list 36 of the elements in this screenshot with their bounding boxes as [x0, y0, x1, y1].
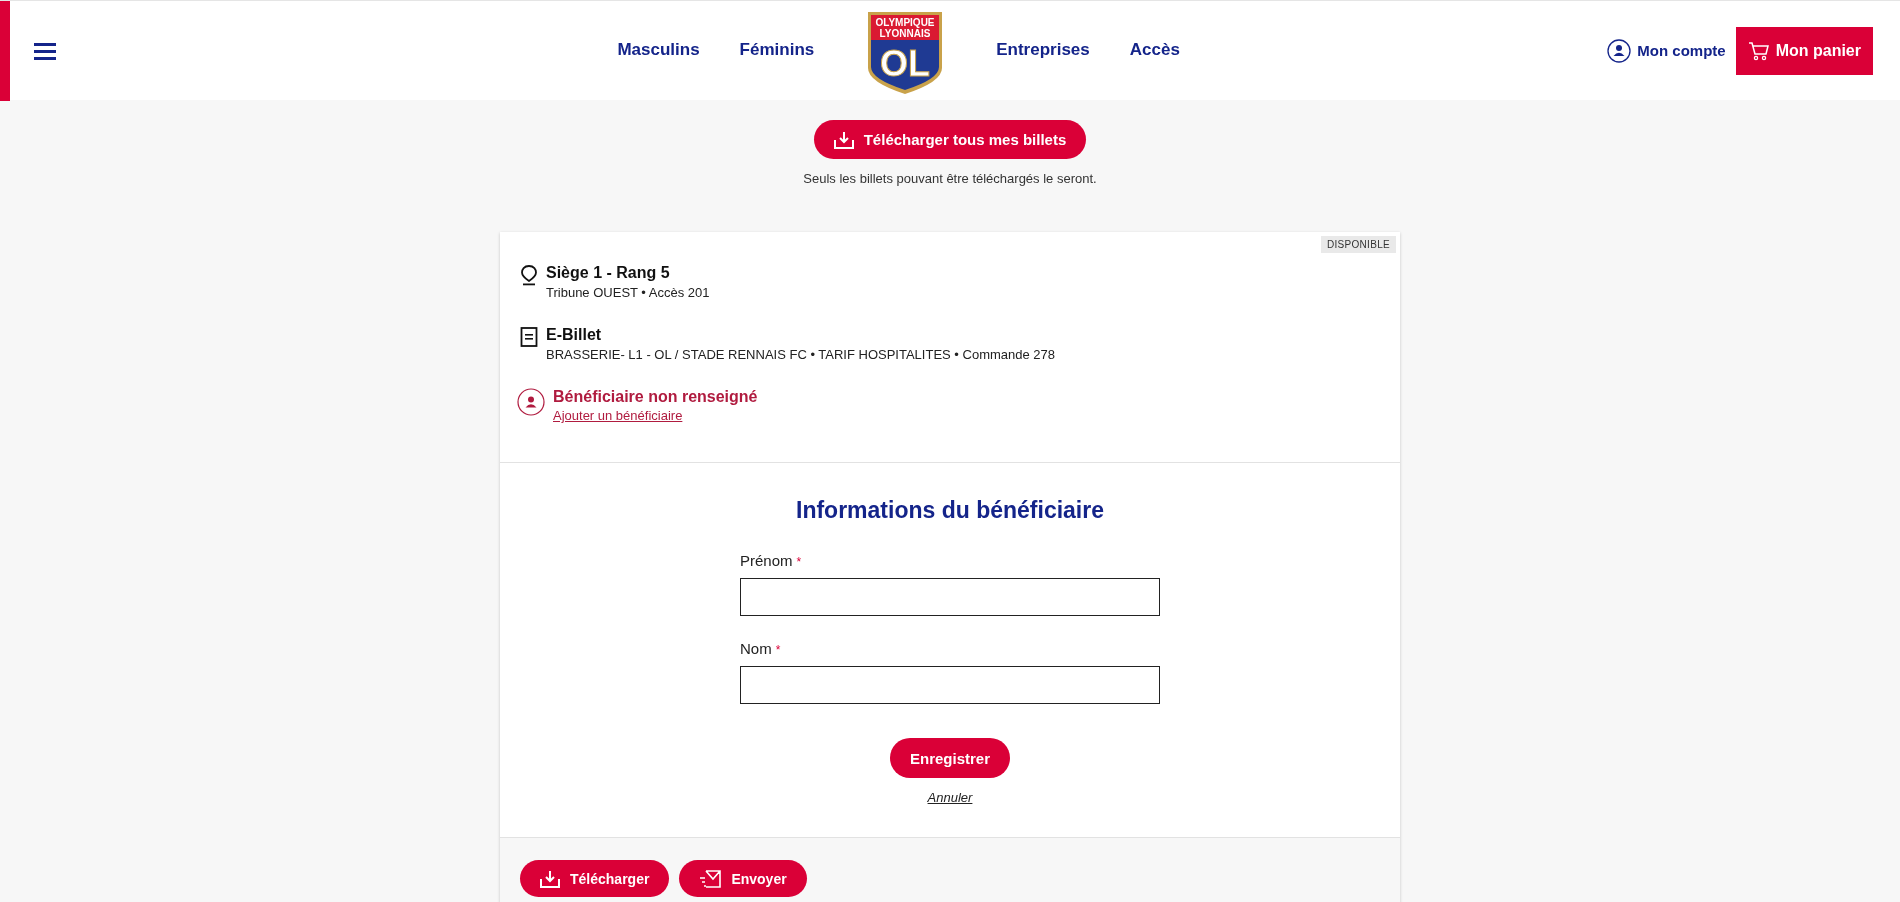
location-pin-icon — [520, 264, 538, 286]
required-mark: * — [796, 555, 802, 569]
account-link[interactable]: Mon compte — [1607, 38, 1726, 63]
cart-button[interactable]: Mon panier — [1735, 26, 1873, 75]
input-field[interactable] — [740, 578, 1160, 616]
add-beneficiary-link[interactable]: Ajouter un bénéficiaire — [553, 408, 683, 423]
download-button[interactable]: Télécharger — [520, 860, 670, 897]
form-title: Informations du bénéficiaire — [796, 497, 1104, 524]
nav-link[interactable]: Féminins — [739, 39, 815, 60]
field-label: Nom — [740, 640, 772, 657]
nav-link[interactable]: Entreprises — [996, 39, 1090, 60]
status-badge: DISPONIBLE — [1320, 236, 1396, 253]
document-icon — [520, 326, 538, 348]
download-all-button[interactable]: Télécharger tous mes billets — [813, 120, 1087, 159]
menu-icon — [34, 41, 56, 60]
club-logo[interactable]: OLYMPIQUE LYONNAIS OL — [866, 9, 945, 96]
required-mark: * — [775, 643, 781, 657]
save-button[interactable]: Enregistrer — [889, 738, 1010, 778]
detail-title: E-Billet — [546, 326, 603, 344]
detail-subtitle: BRASSERIE- L1 - OL / STADE RENNAIS FC • TARIF HOSPITALITES • Commande 278 — [546, 347, 1056, 362]
mail-icon — [699, 869, 722, 888]
beneficiary-status: Bénéficiaire non renseigné — [553, 388, 758, 406]
field-label: Prénom — [740, 552, 793, 569]
download-note: Seuls les billets pouvant être téléchargés le seront. — [803, 171, 1097, 186]
detail-subtitle: Tribune OUEST • Accès 201 — [546, 285, 710, 300]
cart-icon — [1747, 40, 1770, 61]
input-field[interactable] — [740, 666, 1160, 704]
detail-title: Siège 1 - Rang 5 — [546, 264, 671, 282]
download-icon — [540, 869, 560, 888]
cancel-link[interactable]: Annuler — [927, 790, 973, 805]
user-icon — [517, 388, 545, 416]
nav-link[interactable]: Accès — [1129, 39, 1180, 60]
download-icon — [833, 130, 854, 149]
nav-link[interactable]: Masculins — [617, 39, 700, 60]
user-icon — [1607, 38, 1632, 63]
send-button[interactable]: Envoyer — [679, 860, 807, 897]
